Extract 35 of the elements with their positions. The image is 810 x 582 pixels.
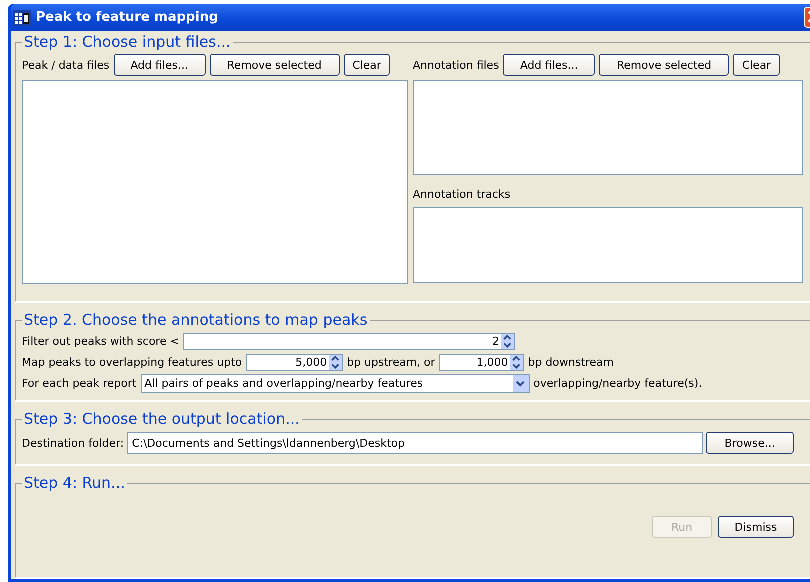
field-label: For each peak report (22, 377, 137, 390)
upstream-spinner[interactable]: 5,000 (246, 354, 344, 371)
window-title: Peak to feature mapping (36, 10, 218, 25)
chevron-down-icon[interactable] (512, 375, 529, 392)
field-label: overlapping/nearby feature(s). (534, 377, 702, 390)
field-label: Annotation files (413, 58, 500, 72)
grid-icon (13, 10, 31, 26)
field-label: Destination folder: (22, 436, 124, 450)
action-button[interactable]: Add files... (503, 54, 596, 76)
field-label: Peak / data files (22, 58, 110, 72)
report-dropdown[interactable]: All pairs of peaks and overlapping/nearby features (140, 374, 530, 393)
field-label: Annotation tracks (413, 188, 512, 201)
action-button[interactable]: Clear (344, 54, 390, 76)
track-list[interactable] (413, 207, 803, 283)
folder-field[interactable]: C:\Documents and Settings\ldannenberg\Desktop (127, 432, 704, 454)
step-title: Step 3: Choose the output location... (23, 410, 301, 428)
step-title: Step 2. Choose the annotations to map peaks (23, 311, 369, 329)
spinner-arrows-icon[interactable] (510, 355, 524, 370)
downstream-spinner[interactable]: 1,000 (439, 354, 524, 371)
score-spinner[interactable]: 2 (183, 333, 516, 350)
field-label: Filter out peaks with score < (22, 335, 180, 348)
field-label: bp upstream, or (347, 356, 436, 369)
spinner-arrows-icon[interactable] (329, 355, 342, 370)
action-button[interactable]: Clear (733, 54, 780, 76)
field-label: Map peaks to overlapping features upto (22, 356, 242, 369)
browse-button[interactable]: Browse... (706, 432, 794, 454)
dismiss-button[interactable]: Dismiss (718, 516, 794, 538)
spinner-arrows-icon[interactable] (501, 334, 514, 349)
file-list[interactable] (413, 80, 803, 175)
step-title: Step 4: Run... (23, 474, 126, 492)
action-button[interactable]: Remove selected (210, 54, 340, 76)
field-label: bp downstream (528, 356, 614, 369)
action-button[interactable]: Remove selected (599, 54, 730, 76)
step-title: Step 1: Choose input files... (23, 33, 232, 51)
action-button[interactable]: Add files... (114, 54, 206, 76)
